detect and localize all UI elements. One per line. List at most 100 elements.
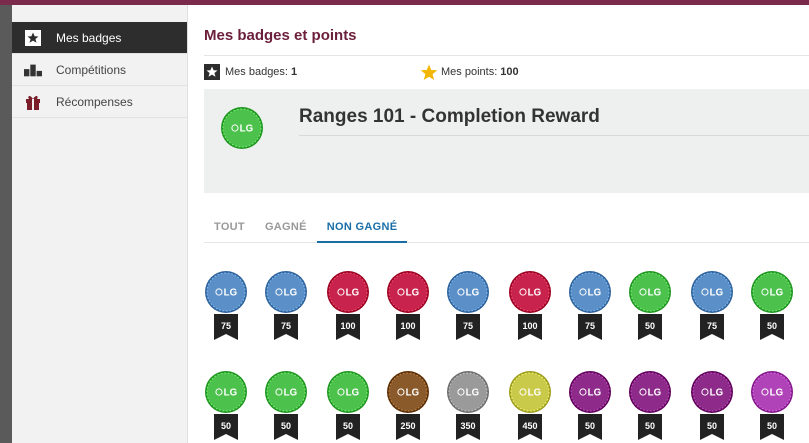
badge-medal-icon: LG (508, 270, 556, 314)
badge-item[interactable]: LG 75 (264, 270, 312, 340)
svg-text:LG: LG (528, 288, 541, 299)
sidebar: Mes badges Compétitions Récompenses (12, 5, 188, 443)
sidebar-item-recompenses[interactable]: Récompenses (12, 86, 187, 118)
featured-badge-icon: LG (220, 106, 264, 155)
badge-item[interactable]: LG 50 (568, 370, 616, 440)
page-title: Mes badges et points (204, 27, 357, 44)
badge-item[interactable]: LG 50 (750, 370, 798, 440)
svg-text:LG: LG (710, 288, 723, 299)
badge-medal-icon: LG (628, 270, 676, 314)
badge-points: 75 (706, 321, 717, 331)
badge-item[interactable]: LG 75 (204, 270, 252, 340)
badge-medal-icon: LG (750, 370, 798, 414)
badge-item[interactable]: LG 100 (326, 270, 374, 340)
badge-item[interactable]: LG 50 (690, 370, 738, 440)
points-stat: Mes points: 100 (420, 63, 519, 81)
badge-item[interactable]: LG 350 (446, 370, 494, 440)
svg-text:LG: LG (346, 288, 359, 299)
badge-item[interactable]: LG 50 (204, 370, 252, 440)
svg-text:LG: LG (406, 288, 419, 299)
svg-text:LG: LG (588, 388, 601, 399)
tab-gagne[interactable]: GAGNÉ (255, 213, 317, 243)
sidebar-item-label: Récompenses (56, 94, 133, 109)
svg-text:LG: LG (648, 388, 661, 399)
badge-item[interactable]: LG 75 (568, 270, 616, 340)
badge-points: 75 (584, 321, 595, 331)
badge-points: 50 (220, 421, 231, 431)
svg-text:LG: LG (466, 388, 479, 399)
badge-item[interactable]: LG 100 (508, 270, 556, 340)
badge-medal-icon: LG (690, 270, 738, 314)
badges-stat: Mes badges: 1 (204, 63, 297, 81)
featured-badge-panel: LG Ranges 101 - Completion Reward (204, 89, 809, 193)
badge-item[interactable]: LG 450 (508, 370, 556, 440)
tab-non-gagne[interactable]: NON GAGNÉ (316, 213, 408, 243)
badge-item[interactable]: LG 75 (690, 270, 738, 340)
badge-points: 50 (644, 421, 655, 431)
badge-medal-icon: LG (446, 370, 494, 414)
svg-text:LG: LG (240, 124, 253, 135)
badge-medal-icon: LG (508, 370, 556, 414)
badge-points: 250 (400, 421, 416, 431)
badge-medal-icon: LG (204, 370, 252, 414)
svg-text:LG: LG (710, 388, 723, 399)
badge-points: 450 (522, 421, 538, 431)
badge-points: 50 (766, 421, 777, 431)
badge-item[interactable]: LG 100 (386, 270, 434, 340)
badge-medal-icon: LG (386, 270, 434, 314)
sidebar-item-competitions[interactable]: Compétitions (12, 54, 187, 86)
badge-item[interactable]: LG 75 (446, 270, 494, 340)
badge-item[interactable]: LG 50 (628, 370, 676, 440)
badge-medal-icon: LG (568, 270, 616, 314)
badge-item[interactable]: LG 50 (264, 370, 312, 440)
star-icon (204, 64, 220, 80)
badge-points: 50 (342, 421, 353, 431)
points-stat-label: Mes points: (441, 66, 498, 78)
svg-text:LG: LG (466, 288, 479, 299)
divider (299, 135, 809, 136)
badge-item[interactable]: LG 250 (386, 370, 434, 440)
svg-text:LG: LG (588, 288, 601, 299)
badge-points: 50 (644, 321, 655, 331)
svg-text:LG: LG (648, 288, 661, 299)
badge-points: 50 (584, 421, 595, 431)
badge-points: 75 (220, 321, 231, 331)
badge-medal-icon: LG (690, 370, 738, 414)
svg-text:LG: LG (224, 288, 237, 299)
badge-points: 100 (400, 321, 416, 331)
badge-medal-icon: LG (628, 370, 676, 414)
badge-points: 50 (280, 421, 291, 431)
tab-tout[interactable]: TOUT (204, 213, 255, 243)
badge-item[interactable]: LG 50 (628, 270, 676, 340)
star-icon (24, 29, 42, 47)
sidebar-item-label: Mes badges (56, 30, 122, 45)
sidebar-item-label: Compétitions (56, 62, 127, 77)
gold-star-icon (420, 64, 438, 80)
featured-badge-title: Ranges 101 - Completion Reward (299, 106, 600, 127)
badge-points: 100 (522, 321, 538, 331)
points-stat-value: 100 (500, 66, 519, 78)
badge-medal-icon: LG (568, 370, 616, 414)
svg-text:LG: LG (770, 388, 783, 399)
badge-medal-icon: LG (326, 370, 374, 414)
badge-item[interactable]: LG 50 (750, 270, 798, 340)
badges-stat-label: Mes badges: (225, 66, 288, 78)
badge-medal-icon: LG (264, 270, 312, 314)
svg-text:LG: LG (528, 388, 541, 399)
badges-stat-value: 1 (290, 66, 298, 78)
main-content: Mes badges et points Mes badges: 1 Mes p… (188, 5, 809, 443)
window-left-edge (0, 5, 12, 443)
badge-medal-icon: LG (326, 270, 374, 314)
podium-icon (24, 61, 42, 79)
divider (204, 55, 809, 56)
badge-medal-icon: LG (204, 270, 252, 314)
badge-points: 350 (460, 421, 476, 431)
svg-text:LG: LG (284, 288, 297, 299)
badge-medal-icon: LG (750, 270, 798, 314)
badge-item[interactable]: LG 50 (326, 370, 374, 440)
svg-text:LG: LG (346, 388, 359, 399)
badge-points: 100 (340, 321, 356, 331)
sidebar-item-mes-badges[interactable]: Mes badges (12, 22, 187, 54)
svg-text:LG: LG (224, 388, 237, 399)
badge-points: 50 (706, 421, 717, 431)
